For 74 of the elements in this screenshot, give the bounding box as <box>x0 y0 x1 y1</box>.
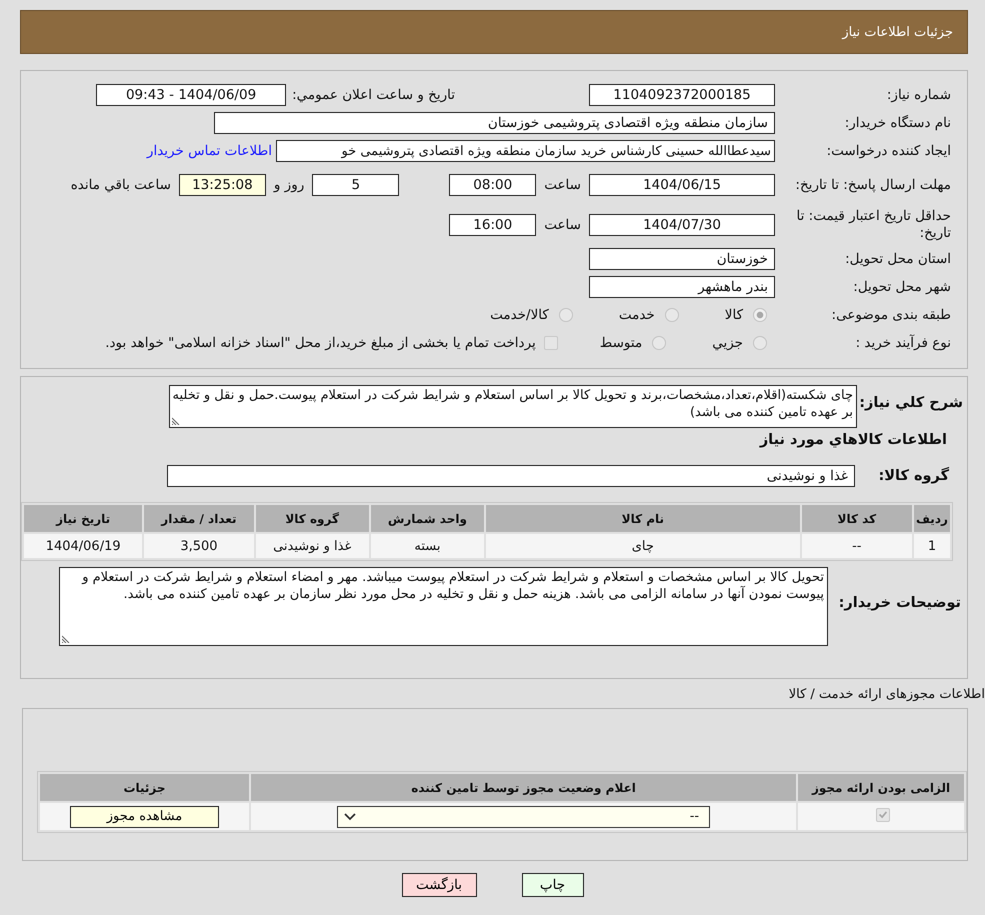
column-header: جزئیات <box>40 774 250 801</box>
field-label: شماره نیاز: <box>886 86 951 104</box>
column-header: الزامی بودن ارائه مجوز <box>798 774 964 801</box>
radio-label: خدمت <box>618 307 655 323</box>
column-header: کد کالا <box>802 505 912 532</box>
field-label: گروه کالا: <box>877 468 950 484</box>
announce-date-field: 1404/06/09 - 09:43 <box>96 84 286 106</box>
radio-label: کالا/خدمت <box>490 307 549 323</box>
goods-group-field: غذا و نوشیدنی <box>167 465 855 487</box>
column-header: گروه کالا <box>256 505 369 532</box>
chevron-down-icon <box>344 812 356 820</box>
field-label: استان محل تحویل: <box>844 250 951 268</box>
column-header: واحد شمارش <box>370 505 484 532</box>
time-label: ساعت <box>544 177 581 193</box>
column-header: ردیف <box>914 505 950 532</box>
print-button[interactable]: چاپ <box>522 873 584 897</box>
resize-grip-icon <box>172 417 180 425</box>
requester-field: سیدعطاالله حسینی کارشناس خرید سازمان منطقه ویژه اقتصادی پتروشیمی خو <box>276 140 775 162</box>
checkbox-label: پرداخت تمام یا بخشی از مبلغ خرید،از محل "اسناد خزانه اسلامی" خواهد بود. <box>105 335 536 351</box>
column-header: تعداد / مقدار <box>144 505 254 532</box>
field-label: نوع فرآیند خرید : <box>854 334 951 352</box>
need-number-field: 1104092372000185 <box>589 84 775 106</box>
status-dropdown[interactable]: -- <box>337 806 710 828</box>
page-title: جزئیات اطلاعات نیاز <box>842 24 953 40</box>
field-label: نام دستگاه خریدار: <box>844 114 951 132</box>
buyer-contact-link[interactable]: اطلاعات تماس خریدار <box>146 143 272 159</box>
checkbox[interactable] <box>876 808 890 822</box>
days-label: روز و <box>274 177 304 193</box>
section-title: اطلاعات مجوزهای ارائه خدمت / کالا <box>788 687 985 702</box>
radio-label: جزيي <box>712 335 743 351</box>
buyer-notes-field: تحویل کالا بر اساس مشخصات و استعلام و شرایط شرکت در استعلام پیوست میباشد. مهر و امضاء استعلام و شرایط شرکت در استعلام و پیوست نمودن آنها در سامانه الزامی می باشد. هزینه حمل و نقل و تخلیه در محل مورد نظر سازمان بر عهده تامین کننده می باشد. <box>59 567 828 646</box>
field-label: شهر محل تحویل: <box>852 278 951 296</box>
field-label: حداقل تاریخ اعتبار قیمت: تا تاریخ: <box>796 208 951 242</box>
field-label: شرح کلي نیاز: <box>858 395 964 411</box>
table-cell: 3,500 <box>144 534 254 558</box>
table-cell: بسته <box>370 534 484 558</box>
date-field: 1404/07/30 <box>589 214 775 236</box>
radio-button[interactable] <box>753 336 767 350</box>
table-cell: 1404/06/19 <box>24 534 142 558</box>
time-field: 16:00 <box>449 214 536 236</box>
radio-button[interactable] <box>652 336 666 350</box>
date-field: 1404/06/15 <box>589 174 775 196</box>
radio-button[interactable] <box>664 308 679 322</box>
radio-label: متوسط <box>600 335 642 351</box>
province-field: خوزستان <box>589 248 775 270</box>
field-label: ایجاد کننده درخواست: <box>826 142 951 160</box>
view-license-button[interactable]: مشاهده مجوز <box>70 806 219 828</box>
time-label: ساعت <box>544 217 581 233</box>
field-label: طبقه بندی موضوعی: <box>830 306 951 324</box>
buyer-name-field: سازمان منطقه ویژه اقتصادی پتروشیمی خوزستان <box>214 112 775 134</box>
table-cell: چای <box>486 534 800 558</box>
radio-label: کالا <box>724 307 743 323</box>
time-field: 08:00 <box>449 174 536 196</box>
field-label: مهلت ارسال پاسخ: تا تاریخ: <box>794 176 951 194</box>
field-label: تاریخ و ساعت اعلان عمومي: <box>292 87 455 103</box>
column-header: نام کالا <box>486 505 800 532</box>
field-label: توضیحات خریدار: <box>838 595 962 611</box>
days-field: 5 <box>312 174 400 196</box>
back-button[interactable]: بازگشت <box>402 873 476 897</box>
city-field: بندر ماهشهر <box>589 276 775 298</box>
dropdown-value: -- <box>690 809 700 824</box>
radio-button[interactable] <box>558 308 573 322</box>
column-header: اعلام وضعیت مجوز توسط تامین کننده <box>251 774 796 801</box>
column-header: تاریخ نیاز <box>24 505 142 532</box>
description-field: چای شکسته(اقلام،تعداد،مشخصات،برند و تحویل کالا بر اساس استعلام و شرایط شرکت در استعلام پیوست.حمل و نقل و تخلیه بر عهده تامین کننده می باشد) <box>169 385 857 428</box>
remaining-label: ساعت باقي مانده <box>70 177 171 193</box>
section-title: اطلاعات کالاهاي مورد نیاز <box>758 432 948 448</box>
radio-button[interactable] <box>753 308 767 322</box>
table-cell: 1 <box>914 534 950 558</box>
table-cell: غذا و نوشیدنی <box>256 534 369 558</box>
remaining-time-field: 13:25:08 <box>178 174 266 196</box>
resize-grip-icon <box>62 635 70 643</box>
checkbox[interactable] <box>544 336 558 350</box>
table-cell: -- <box>802 534 912 558</box>
